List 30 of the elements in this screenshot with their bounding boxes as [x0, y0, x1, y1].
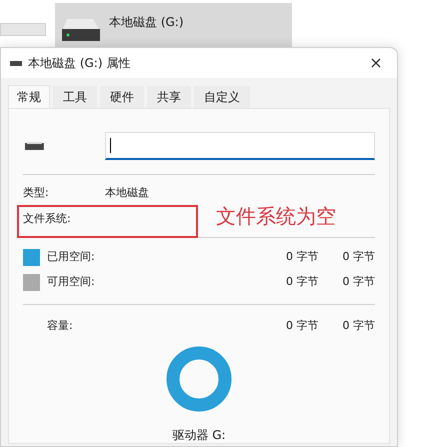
tab[interactable]: 常规	[8, 85, 50, 108]
name-field[interactable]	[104, 132, 375, 160]
drive-tile[interactable]: 本地磁盘 (G:)	[55, 3, 292, 47]
space-label: 可用空间:	[47, 274, 95, 290]
capacity-bytes: 0 字节	[286, 318, 318, 334]
window-title: 本地磁盘 (G:) 属性	[28, 55, 130, 72]
space-size: 0 字节	[342, 249, 375, 266]
tab[interactable]: 自定义	[194, 86, 250, 108]
drive-icon	[10, 60, 22, 66]
drive-label: 本地磁盘 (G:)	[109, 14, 184, 31]
capacity-size: 0 字节	[342, 318, 375, 334]
space-bytes: 0 字节	[286, 274, 318, 290]
drive-icon	[61, 19, 101, 41]
drive-caption: 驱动器 G:	[172, 427, 226, 444]
tab[interactable]: 硬件	[100, 86, 144, 108]
space-bytes: 0 字节	[286, 249, 318, 266]
capacity-label: 容量:	[47, 318, 73, 334]
space-size: 0 字节	[342, 274, 375, 290]
toolbar-field	[0, 23, 46, 36]
property-label: 文件系统:	[23, 211, 72, 225]
annotation-text: 文件系统为空	[216, 203, 336, 230]
tab[interactable]: 工具	[53, 86, 97, 108]
tab[interactable]: 共享	[147, 86, 191, 108]
donut-drawing	[166, 346, 232, 412]
property-label: 类型:	[23, 185, 50, 199]
property-value: 本地磁盘	[105, 185, 149, 199]
drive-icon	[25, 142, 44, 150]
text-caret	[110, 138, 111, 153]
close-button[interactable]: ×	[364, 51, 388, 75]
space-label: 已用空间:	[47, 249, 95, 266]
